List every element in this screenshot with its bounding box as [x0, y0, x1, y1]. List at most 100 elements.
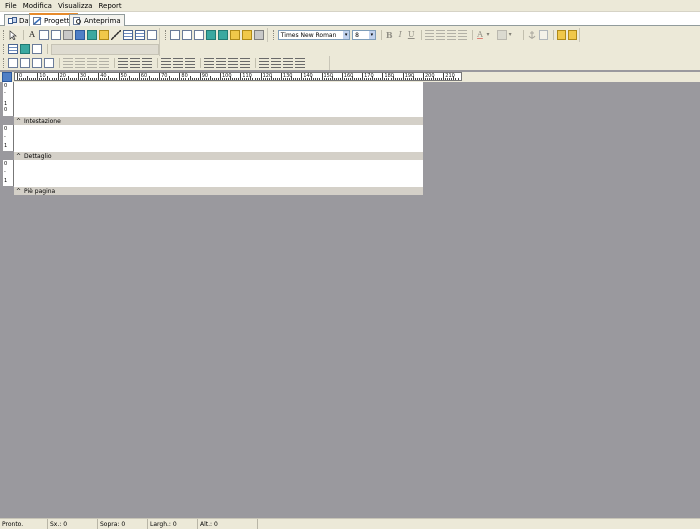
align-lefts-icon[interactable] — [118, 58, 128, 68]
ruler-tick — [242, 78, 244, 80]
align-rights-icon[interactable] — [142, 58, 152, 68]
band-dettaglio-label: Dettaglio — [24, 152, 52, 160]
ruler-tick — [364, 78, 366, 80]
toolbar-grip[interactable] — [165, 30, 168, 40]
ungroup-icon[interactable] — [242, 30, 252, 40]
band-pie-pagina-area[interactable] — [14, 160, 423, 187]
center-horiz-icon[interactable] — [259, 58, 269, 68]
move-right-icon[interactable] — [295, 58, 305, 68]
band-intestazione-header[interactable]: ^ Intestazione — [14, 117, 423, 125]
same-height-icon[interactable] — [240, 58, 250, 68]
caret-up-icon[interactable]: ^ — [16, 188, 21, 195]
align-grid-icon[interactable] — [8, 58, 18, 68]
align-tops-icon[interactable] — [161, 58, 171, 68]
band-group-icon[interactable] — [19, 44, 30, 54]
cut-icon[interactable] — [170, 30, 180, 40]
ruler-tick — [374, 78, 376, 80]
field-tool-icon[interactable] — [39, 30, 49, 40]
label-tool-icon[interactable]: A — [27, 30, 37, 40]
image-tool-icon[interactable] — [63, 30, 73, 40]
ruler-tick — [224, 78, 226, 80]
send-back-icon[interactable] — [218, 30, 228, 40]
font-family-select[interactable]: Times New Roman ▾ — [277, 30, 351, 40]
italic-button[interactable]: I — [396, 30, 405, 40]
toolbar-grip[interactable] — [3, 58, 6, 68]
vruler-mark: 0 — [4, 83, 8, 89]
band-dettaglio-header[interactable]: ^ Dettaglio — [14, 152, 423, 160]
caret-up-icon[interactable]: ^ — [16, 118, 21, 125]
ruler-tick — [27, 76, 29, 80]
ruler-tick — [65, 78, 67, 80]
caret-up-icon[interactable]: ^ — [16, 153, 21, 160]
toolbar-grip[interactable] — [273, 30, 276, 40]
align-middles-icon[interactable] — [173, 58, 183, 68]
align-bottoms-icon[interactable] — [185, 58, 195, 68]
band-dettaglio-area[interactable] — [14, 125, 423, 152]
line-tool-icon[interactable] — [111, 30, 121, 40]
same-width-icon[interactable] — [228, 58, 238, 68]
underline-button[interactable]: U — [407, 30, 416, 40]
font-color-button[interactable]: A — [475, 30, 484, 40]
group-icon[interactable] — [230, 30, 240, 40]
toolbar-grip[interactable] — [3, 30, 6, 40]
ruler-tick — [108, 76, 110, 80]
space-vert-icon[interactable] — [216, 58, 226, 68]
align-centers-icon[interactable] — [130, 58, 140, 68]
style-icon[interactable] — [567, 30, 577, 40]
paste-icon[interactable] — [194, 30, 204, 40]
shape-tool-icon[interactable] — [75, 30, 85, 40]
band-delete-icon[interactable] — [31, 44, 42, 54]
ruler-tick — [390, 78, 392, 80]
line-color-icon[interactable] — [99, 58, 109, 68]
line-style-icon[interactable] — [75, 58, 85, 68]
line-width-icon[interactable] — [87, 58, 97, 68]
align-center-icon[interactable] — [435, 30, 445, 40]
band-selector[interactable] — [50, 43, 159, 55]
ruler-corner-icon[interactable] — [2, 72, 12, 82]
center-vert-icon[interactable] — [271, 58, 281, 68]
barcode-tool-icon[interactable] — [147, 30, 157, 40]
fit-icon[interactable] — [32, 58, 42, 68]
border-icon[interactable] — [538, 30, 548, 40]
font-size-select[interactable]: 8 ▾ — [352, 30, 376, 40]
subreport-tool-icon[interactable] — [123, 30, 133, 40]
align-right-icon[interactable] — [446, 30, 456, 40]
bring-front-icon[interactable] — [206, 30, 216, 40]
justify-icon[interactable] — [457, 30, 467, 40]
ruler-tick — [250, 76, 252, 80]
table-tool-icon[interactable] — [135, 30, 145, 40]
pointer-tool-icon[interactable] — [8, 30, 18, 41]
band-intestazione-area[interactable] — [14, 82, 423, 117]
menu-file[interactable]: File — [5, 2, 17, 10]
ruler-tick — [179, 73, 181, 80]
ruler-tick — [112, 78, 114, 80]
bold-button[interactable]: B — [385, 30, 394, 40]
fill-color-icon[interactable] — [497, 30, 507, 40]
snap-icon[interactable] — [20, 58, 30, 68]
frame-icon[interactable] — [63, 58, 73, 68]
tab-anteprima[interactable]: Anteprima — [69, 14, 125, 26]
chevron-down-icon[interactable]: ▾ — [486, 30, 495, 40]
copy-icon[interactable] — [182, 30, 192, 40]
menu-report[interactable]: Report — [98, 2, 121, 10]
menu-visualizza[interactable]: Visualizza — [58, 2, 92, 10]
ruler-tick — [339, 78, 341, 80]
anchor-icon[interactable] — [527, 30, 537, 40]
highlight-icon[interactable] — [556, 30, 566, 40]
band-pie-pagina-header[interactable]: ^ Piè pagina — [14, 187, 423, 195]
chevron-down-icon[interactable]: ▾ — [509, 30, 518, 40]
lock-icon[interactable] — [254, 30, 264, 40]
menu-modifica[interactable]: Modifica — [23, 2, 52, 10]
align-left-icon[interactable] — [424, 30, 434, 40]
chart-tool-icon[interactable] — [87, 30, 97, 40]
memo-tool-icon[interactable] — [51, 30, 61, 40]
richtext-tool-icon[interactable] — [99, 30, 109, 40]
ruler-tick — [88, 76, 90, 80]
toolbar-grip[interactable] — [3, 44, 6, 54]
space-horiz-icon[interactable] — [204, 58, 214, 68]
ruler-tick — [427, 78, 429, 80]
size-icon[interactable] — [44, 58, 54, 68]
band-insert-icon[interactable] — [7, 44, 18, 54]
move-left-icon[interactable] — [283, 58, 293, 68]
ruler-tick — [282, 78, 284, 80]
